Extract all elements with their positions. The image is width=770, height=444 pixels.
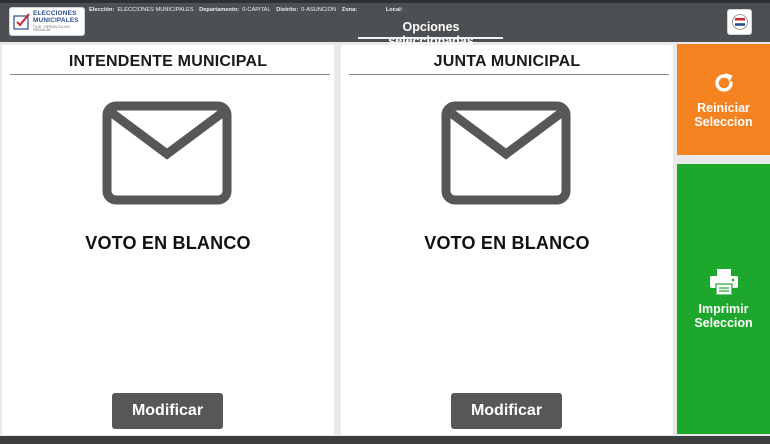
distrito-label: Distrito:: [276, 7, 299, 13]
elecciones-logo: ELECCIONES MUNICIPALES TSJE · REPÚBLICA …: [9, 7, 85, 36]
bottom-bar: [0, 436, 770, 444]
header-top-stripe: [0, 0, 770, 3]
election-info: Elección: ELECCIONES MUNICIPALES Departam…: [89, 7, 410, 13]
panel-title: INTENDENTE MUNICIPAL: [68, 53, 268, 70]
imprimir-label-line-2: Seleccion: [694, 316, 753, 330]
reiniciar-label: Reiniciar Seleccion: [694, 101, 752, 129]
zona-label: Zona:: [341, 7, 358, 13]
panel-junta-municipal: JUNTA MUNICIPAL VOTO EN BLANCO Modificar: [341, 45, 673, 435]
local-label: Local:: [385, 7, 403, 13]
tsje-seal: [727, 9, 752, 35]
page-title-underline: [358, 37, 503, 39]
printer-icon: [709, 269, 738, 296]
imprimir-label-line-1: Imprimir: [698, 302, 749, 316]
panel-intendente-municipal: INTENDENTE MUNICIPAL VOTO EN BLANCO Modi…: [2, 45, 334, 435]
panel-title: JUNTA MUNICIPAL: [433, 53, 581, 70]
refresh-icon: [714, 72, 733, 92]
vote-label: VOTO EN BLANCO: [85, 233, 251, 253]
departamento-value: 0-CAPITAL: [242, 7, 271, 13]
panel-divider: [10, 74, 330, 75]
seal-icon: [731, 14, 748, 30]
logo-line-2: MUNICIPALES: [33, 17, 79, 25]
logo-text: ELECCIONES MUNICIPALES TSJE · REPÚBLICA …: [33, 10, 84, 32]
distrito-value: 0-ASUNCION: [301, 7, 337, 13]
modificar-button[interactable]: Modificar: [112, 393, 223, 429]
reiniciar-seleccion-button[interactable]: Reiniciar Seleccion: [677, 44, 770, 155]
reiniciar-label-line-1: Reiniciar: [697, 100, 750, 115]
ballot-check-icon: [13, 12, 30, 30]
page-title: Opciones seleccionadas: [388, 20, 474, 48]
envelope-icon: [102, 101, 232, 205]
logo-line-3: TSJE · REPÚBLICA DEL PARAGUAY: [33, 24, 71, 32]
eleccion-value: ELECCIONES MUNICIPALES: [117, 7, 194, 13]
eleccion-label: Elección:: [89, 7, 115, 13]
envelope-icon: [441, 101, 571, 205]
header-bar: ELECCIONES MUNICIPALES TSJE · REPÚBLICA …: [0, 0, 770, 48]
panel-divider: [349, 74, 669, 75]
departamento-label: Departamento:: [199, 7, 240, 13]
vote-label: VOTO EN BLANCO: [424, 233, 590, 253]
reiniciar-label-line-2: Seleccion: [694, 114, 753, 129]
modificar-button[interactable]: Modificar: [451, 393, 562, 429]
imprimir-label: Imprimir Seleccion: [694, 302, 752, 330]
imprimir-seleccion-button[interactable]: Imprimir Seleccion: [677, 164, 770, 434]
